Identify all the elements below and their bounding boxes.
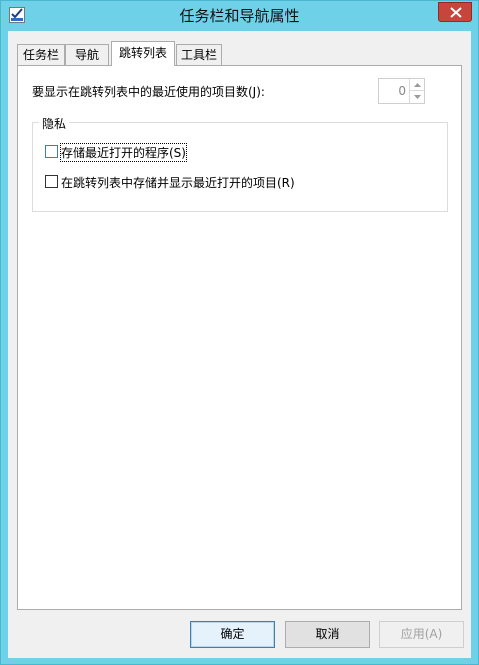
window-title: 任务栏和导航属性 (179, 7, 300, 25)
store-recent-programs-label[interactable]: 存储最近打开的程序(S) (60, 143, 187, 162)
spinner-up-button[interactable] (409, 79, 424, 91)
ok-button[interactable]: 确定 (190, 621, 275, 648)
close-button[interactable] (438, 2, 472, 22)
store-recent-items-checkbox[interactable] (45, 175, 58, 188)
chevron-up-icon (414, 83, 421, 87)
properties-window: 任务栏和导航属性 任务栏 导航 跳转列表 工具栏 要显示在跳转列表中的最近使用的… (0, 0, 479, 665)
tab-jumplist[interactable]: 跳转列表 (111, 41, 175, 66)
tab-taskbar[interactable]: 任务栏 (17, 44, 65, 65)
close-icon (450, 7, 462, 18)
tab-navigation[interactable]: 导航 (65, 44, 109, 65)
store-recent-programs-checkbox[interactable] (45, 145, 58, 158)
tab-toolbars[interactable]: 工具栏 (176, 44, 222, 65)
dialog-client: 任务栏 导航 跳转列表 工具栏 要显示在跳转列表中的最近使用的项目数(J): 隐… (8, 31, 471, 658)
privacy-group: 隐私 存储最近打开的程序(S) 在跳转列表中存储并显示最近打开的项目(R) (32, 115, 448, 212)
privacy-group-title: 隐私 (39, 115, 70, 132)
apply-button[interactable]: 应用(A) (379, 621, 464, 648)
title-bar[interactable]: 任务栏和导航属性 (1, 1, 478, 31)
recent-count-input[interactable] (379, 79, 410, 103)
store-recent-items-label[interactable]: 在跳转列表中存储并显示最近打开的项目(R) (61, 174, 295, 191)
chevron-down-icon (414, 95, 421, 99)
spinner-down-button[interactable] (409, 91, 424, 103)
recent-count-spinner[interactable] (378, 78, 425, 104)
cancel-button[interactable]: 取消 (285, 621, 370, 648)
recent-count-label: 要显示在跳转列表中的最近使用的项目数(J): (32, 85, 265, 99)
tab-panel-jumplist: 要显示在跳转列表中的最近使用的项目数(J): 隐私 存储最近打开的程序(S) (17, 65, 462, 610)
